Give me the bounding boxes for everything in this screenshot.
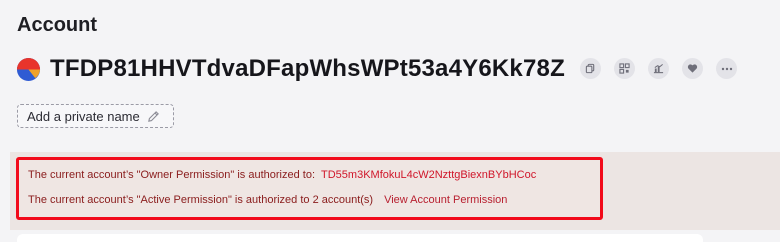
view-account-permission-link[interactable]: View Account Permission	[384, 194, 507, 206]
tron-ball-icon	[16, 57, 41, 81]
account-overview-card	[17, 234, 703, 242]
address-actions	[580, 58, 737, 79]
more-icon[interactable]	[716, 58, 737, 79]
analytics-icon[interactable]	[648, 58, 669, 79]
owner-permission-text: The current account’s "Owner Permission"…	[28, 169, 316, 181]
add-private-name-button[interactable]: Add a private name	[17, 104, 174, 128]
owner-permission-line: The current account’s "Owner Permission"…	[28, 169, 536, 181]
page-title: Account	[17, 14, 97, 36]
account-address-row: TFDP81HHVTdvaDFapWhsWPt53a4Y6Kk78Z	[16, 53, 565, 85]
permission-notice: The current account’s "Owner Permission"…	[16, 157, 603, 220]
account-address: TFDP81HHVTdvaDFapWhsWPt53a4Y6Kk78Z	[50, 55, 565, 82]
active-permission-text: The current account’s "Active Permission…	[28, 194, 374, 206]
heart-icon[interactable]	[682, 58, 703, 79]
pencil-icon	[147, 110, 160, 123]
active-permission-line: The current account’s "Active Permission…	[28, 194, 507, 206]
account-page: Account TFDP81HHVTdvaDFapWhsWPt53a4Y6Kk7…	[0, 0, 780, 242]
copy-icon[interactable]	[580, 58, 601, 79]
owner-permission-address-link[interactable]: TD55m3KMfokuL4cW2NzttgBiexnBYbHCoc	[321, 169, 536, 181]
qr-code-icon[interactable]	[614, 58, 635, 79]
add-private-name-label: Add a private name	[27, 108, 140, 124]
